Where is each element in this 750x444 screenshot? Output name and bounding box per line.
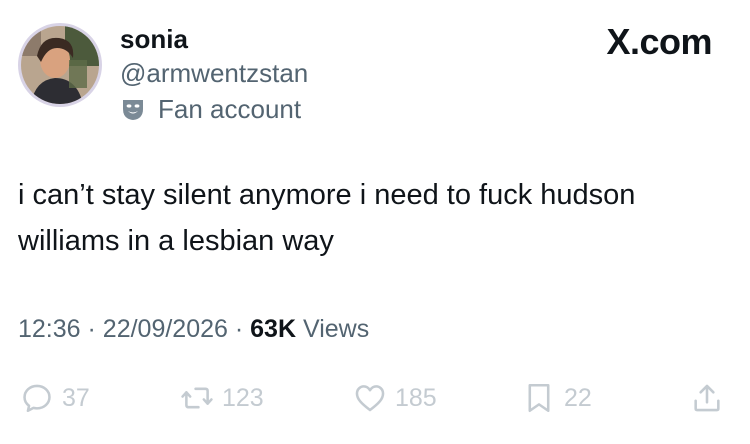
bookmark-count: 22 (564, 383, 592, 412)
views-label: Views (302, 315, 370, 343)
bookmark-icon (528, 383, 550, 413)
like-count: 185 (395, 383, 437, 412)
affiliation-text: Fan account (158, 93, 302, 124)
brand-logo: X.com (606, 21, 712, 62)
share-icon (694, 384, 720, 412)
heart-icon (355, 385, 385, 412)
share-button[interactable] (690, 377, 724, 419)
affiliation-label: Fan account (120, 93, 301, 125)
author-handle[interactable]: @armwentzstan (120, 57, 308, 89)
avatar[interactable] (18, 23, 102, 107)
repost-button[interactable]: 123 (180, 377, 264, 419)
action-bar: 37 123 185 22 (18, 377, 730, 419)
like-button[interactable]: 185 (353, 377, 437, 419)
author-display-name[interactable]: sonia (120, 23, 188, 55)
reply-count: 37 (62, 383, 90, 412)
theater-masks-icon (123, 100, 143, 120)
separator-dot: · (234, 315, 251, 343)
tweet-time[interactable]: 12:36 (18, 315, 81, 343)
tweet-text: i can’t stay silent anymore i need to fu… (18, 179, 636, 257)
bookmark-button[interactable]: 22 (522, 377, 592, 419)
reply-icon (23, 384, 51, 413)
tweet-metadata: 12:36 · 22/09/2026 · 63K Views (18, 313, 369, 345)
tweet-date[interactable]: 22/09/2026 (103, 315, 228, 343)
separator-dot: · (87, 315, 103, 343)
avatar-photo (21, 26, 99, 104)
views-count: 63K (250, 315, 297, 343)
repost-count: 123 (222, 383, 264, 412)
reply-button[interactable]: 37 (20, 377, 90, 419)
repost-icon (181, 387, 213, 409)
